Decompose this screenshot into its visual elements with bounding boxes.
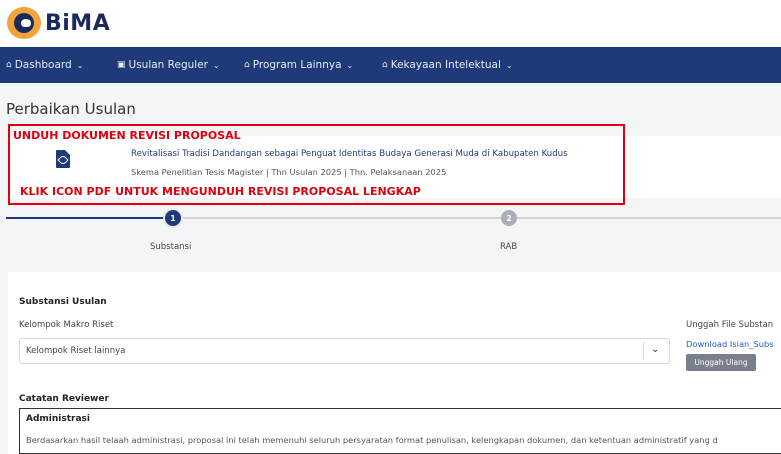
chevron-down-icon: ⌄ xyxy=(346,60,354,70)
reviewer-notes-box xyxy=(19,408,781,454)
reviewer-notes-subtitle: Administrasi xyxy=(26,414,90,424)
step-2-label: RAB xyxy=(500,242,518,252)
step-1-label: Substansi xyxy=(150,242,192,252)
logo-text: BiMA xyxy=(45,10,111,36)
upload-file-label: Unggah File Substan xyxy=(686,320,774,330)
download-isian-link[interactable]: Download Isian_Subs xyxy=(686,339,774,349)
home-icon: ⌂ xyxy=(244,60,250,70)
nav-kekayaan-intelektual-label: Kekayaan Intelektual xyxy=(390,59,501,71)
catatan-reviewer-title: Catatan Reviewer xyxy=(19,394,109,404)
nav-dashboard[interactable]: ⌂ Dashboard ⌄ xyxy=(6,59,83,71)
stepper-progress-line xyxy=(6,217,166,219)
kelompok-makro-riset-value: Kelompok Riset lainnya xyxy=(26,346,126,356)
app-logo[interactable]: BiMA xyxy=(7,7,110,39)
step-1-dot[interactable]: 1 xyxy=(165,210,181,226)
annotation-top-text: UNDUH DOKUMEN REVISI PROPOSAL xyxy=(13,129,241,142)
nav-kekayaan-intelektual[interactable]: ⌂ Kekayaan Intelektual ⌄ xyxy=(382,59,513,71)
home-icon: ⌂ xyxy=(6,60,12,70)
home-icon: ⌂ xyxy=(382,60,388,70)
page-title: Perbaikan Usulan xyxy=(6,100,136,118)
substansi-section-title: Substansi Usulan xyxy=(19,297,107,307)
reviewer-notes-text: Berdasarkan hasil telaah administrasi, p… xyxy=(26,435,718,445)
annotation-bottom-text: KLIK ICON PDF UNTUK MENGUNDUH REVISI PRO… xyxy=(20,185,421,198)
unggah-ulang-button[interactable]: Unggah Ulang xyxy=(686,354,756,371)
nav-program-lainnya[interactable]: ⌂ Program Lainnya ⌄ xyxy=(244,59,353,71)
nav-usulan-reguler-label: Usulan Reguler xyxy=(128,59,208,71)
nav-usulan-reguler[interactable]: ▣ Usulan Reguler ⌄ xyxy=(117,59,220,71)
document-icon: ▣ xyxy=(117,60,126,70)
select-divider xyxy=(643,342,644,360)
step-2-dot[interactable]: 2 xyxy=(501,210,517,226)
chevron-down-icon: ⌄ xyxy=(505,60,513,70)
chevron-down-icon: ⌄ xyxy=(212,60,220,70)
stepper-track-line xyxy=(166,217,781,219)
kelompok-makro-riset-label: Kelompok Makro Riset xyxy=(19,320,114,330)
chevron-down-icon: ⌄ xyxy=(76,60,84,70)
chevron-down-icon[interactable]: ⌄ xyxy=(651,344,659,355)
main-navbar: ⌂ Dashboard ⌄ ▣ Usulan Reguler ⌄ ⌂ Progr… xyxy=(0,47,781,83)
nav-dashboard-label: Dashboard xyxy=(14,59,72,71)
nav-program-lainnya-label: Program Lainnya xyxy=(252,59,342,71)
logo-mark-icon xyxy=(7,7,41,39)
top-bar: BiMA xyxy=(0,0,781,46)
